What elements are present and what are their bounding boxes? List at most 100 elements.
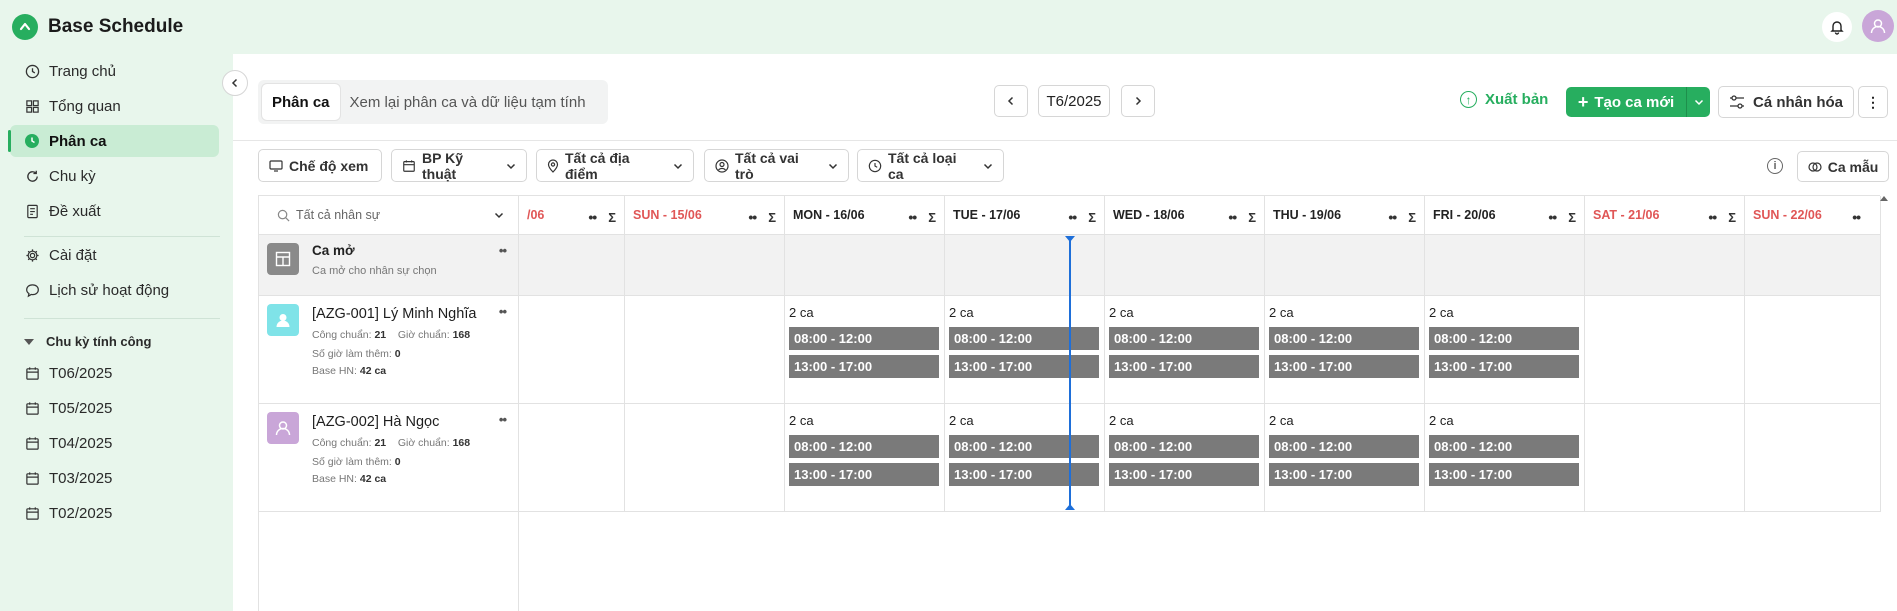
menu-dots-icon[interactable]: •• [1708, 209, 1717, 225]
schedule-cell[interactable]: 2 ca 08:00 - 12:00 13:00 - 17:00 [785, 296, 945, 404]
scroll-up-arrow-icon[interactable] [1880, 196, 1888, 201]
schedule-cell[interactable]: 2 ca 08:00 - 12:00 13:00 - 17:00 [945, 404, 1105, 512]
sidebar-item-settings[interactable]: Cài đặt [10, 239, 219, 271]
brand[interactable]: Base Schedule [12, 14, 183, 40]
schedule-cell[interactable] [519, 404, 625, 512]
shift-block[interactable]: 13:00 - 17:00 [789, 463, 939, 486]
shift-block[interactable]: 08:00 - 12:00 [1429, 435, 1579, 458]
shift-type-filter[interactable]: Tất cả loại ca [857, 149, 1004, 182]
shift-block[interactable]: 13:00 - 17:00 [1109, 463, 1259, 486]
current-month[interactable]: T6/2025 [1038, 85, 1110, 117]
next-month-button[interactable] [1121, 85, 1155, 117]
schedule-cell[interactable] [625, 296, 785, 404]
schedule-cell[interactable]: 2 ca 08:00 - 12:00 13:00 - 17:00 [1105, 296, 1265, 404]
more-options-button[interactable]: ⋮ [1858, 86, 1888, 118]
sigma-icon[interactable]: Σ [928, 210, 936, 225]
day-header[interactable]: SAT - 21/06 •• Σ [1585, 196, 1745, 235]
menu-dots-icon[interactable]: •• [1068, 209, 1077, 225]
day-header[interactable]: /06 •• Σ [519, 196, 625, 235]
shift-block[interactable]: 08:00 - 12:00 [1269, 435, 1419, 458]
department-filter[interactable]: BP Kỹ thuật [391, 149, 527, 182]
open-shift-cell[interactable] [1585, 235, 1745, 296]
role-filter[interactable]: Tất cả vai trò [704, 149, 849, 182]
schedule-cell[interactable] [1585, 404, 1745, 512]
sigma-icon[interactable]: Σ [608, 210, 616, 225]
sigma-icon[interactable]: Σ [1568, 210, 1576, 225]
schedule-cell[interactable]: 2 ca 08:00 - 12:00 13:00 - 17:00 [1265, 404, 1425, 512]
open-shift-cell[interactable] [1425, 235, 1585, 296]
menu-dots-icon[interactable]: •• [499, 412, 507, 427]
tab-review[interactable]: Xem lại phân ca và dữ liệu tạm tính [340, 84, 596, 120]
schedule-cell[interactable]: 2 ca 08:00 - 12:00 13:00 - 17:00 [1265, 296, 1425, 404]
shift-block[interactable]: 13:00 - 17:00 [1429, 355, 1579, 378]
collapse-sidebar-button[interactable] [222, 70, 248, 96]
sidebar-item-proposal[interactable]: Đề xuất [10, 195, 219, 227]
sidebar-item-activity-log[interactable]: Lịch sử hoạt động [10, 274, 219, 306]
schedule-cell[interactable] [1745, 404, 1881, 512]
day-header[interactable]: FRI - 20/06 •• Σ [1425, 196, 1585, 235]
shift-block[interactable]: 08:00 - 12:00 [949, 435, 1099, 458]
open-shift-cell[interactable] [1745, 235, 1881, 296]
shift-block[interactable]: 13:00 - 17:00 [1269, 463, 1419, 486]
day-header[interactable]: THU - 19/06 •• Σ [1265, 196, 1425, 235]
menu-dots-icon[interactable]: •• [499, 243, 507, 258]
schedule-cell[interactable] [1745, 296, 1881, 404]
shift-block[interactable]: 08:00 - 12:00 [949, 327, 1099, 350]
sidebar-item-overview[interactable]: Tổng quan [10, 90, 219, 122]
tab-shifts[interactable]: Phân ca [262, 84, 340, 120]
shift-block[interactable]: 13:00 - 17:00 [949, 355, 1099, 378]
shift-block[interactable]: 13:00 - 17:00 [1269, 355, 1419, 378]
menu-dots-icon[interactable]: •• [1388, 209, 1397, 225]
day-header[interactable]: MON - 16/06 •• Σ [785, 196, 945, 235]
sidebar-item-home[interactable]: Trang chủ [10, 55, 219, 87]
employee-search[interactable]: Tất cả nhân sự [259, 196, 519, 235]
sigma-icon[interactable]: Σ [1408, 210, 1416, 225]
menu-dots-icon[interactable]: •• [1548, 209, 1557, 225]
create-shift-dropdown[interactable] [1686, 87, 1710, 117]
schedule-cell[interactable] [1585, 296, 1745, 404]
schedule-cell[interactable] [625, 404, 785, 512]
open-shift-row-header[interactable]: Ca mở Ca mở cho nhân sự chọn •• [259, 235, 519, 296]
day-header[interactable]: SUN - 15/06 •• Σ [625, 196, 785, 235]
user-avatar[interactable] [1862, 10, 1894, 42]
shift-block[interactable]: 13:00 - 17:00 [1429, 463, 1579, 486]
schedule-cell[interactable]: 2 ca 08:00 - 12:00 13:00 - 17:00 [785, 404, 945, 512]
shift-block[interactable]: 08:00 - 12:00 [789, 327, 939, 350]
sigma-icon[interactable]: Σ [1728, 210, 1736, 225]
sidebar-period-item[interactable]: T03/2025 [10, 462, 219, 494]
menu-dots-icon[interactable]: •• [499, 304, 507, 319]
schedule-cell[interactable] [519, 296, 625, 404]
open-shift-cell[interactable] [519, 235, 625, 296]
sigma-icon[interactable]: Σ [1088, 210, 1096, 225]
schedule-cell[interactable]: 2 ca 08:00 - 12:00 13:00 - 17:00 [1425, 296, 1585, 404]
info-icon[interactable]: i [1767, 158, 1783, 174]
employee-row-header[interactable]: [AZG-001] Lý Minh Nghĩa Công chuẩn: 21 G… [259, 296, 519, 404]
schedule-cell[interactable]: 2 ca 08:00 - 12:00 13:00 - 17:00 [1105, 404, 1265, 512]
shift-block[interactable]: 13:00 - 17:00 [789, 355, 939, 378]
menu-dots-icon[interactable]: •• [908, 209, 917, 225]
sidebar-item-shifts[interactable]: Phân ca [8, 125, 219, 157]
shift-block[interactable]: 13:00 - 17:00 [949, 463, 1099, 486]
shift-block[interactable]: 08:00 - 12:00 [1109, 435, 1259, 458]
sidebar-period-item[interactable]: T04/2025 [10, 427, 219, 459]
create-shift-button[interactable]: + Tạo ca mới [1566, 87, 1686, 117]
menu-dots-icon[interactable]: •• [1228, 209, 1237, 225]
open-shift-cell[interactable] [625, 235, 785, 296]
open-shift-cell[interactable] [785, 235, 945, 296]
sidebar-period-item[interactable]: T06/2025 [10, 357, 219, 389]
menu-dots-icon[interactable]: •• [748, 209, 757, 225]
schedule-cell[interactable]: 2 ca 08:00 - 12:00 13:00 - 17:00 [1425, 404, 1585, 512]
day-header[interactable]: TUE - 17/06 •• Σ [945, 196, 1105, 235]
shift-block[interactable]: 08:00 - 12:00 [789, 435, 939, 458]
publish-button[interactable]: ↑ Xuất bản [1460, 91, 1548, 108]
day-header[interactable]: WED - 18/06 •• Σ [1105, 196, 1265, 235]
period-section-header[interactable]: Chu kỳ tính công [24, 334, 151, 349]
shift-block[interactable]: 08:00 - 12:00 [1429, 327, 1579, 350]
shift-block[interactable]: 08:00 - 12:00 [1269, 327, 1419, 350]
view-mode-button[interactable]: Chế độ xem [258, 149, 382, 182]
day-header[interactable]: SUN - 22/06 •• [1745, 196, 1881, 235]
prev-month-button[interactable] [994, 85, 1028, 117]
open-shift-cell[interactable] [1265, 235, 1425, 296]
sidebar-period-item[interactable]: T05/2025 [10, 392, 219, 424]
employee-row-header[interactable]: [AZG-002] Hà Ngọc Công chuẩn: 21 Giờ chu… [259, 404, 519, 512]
